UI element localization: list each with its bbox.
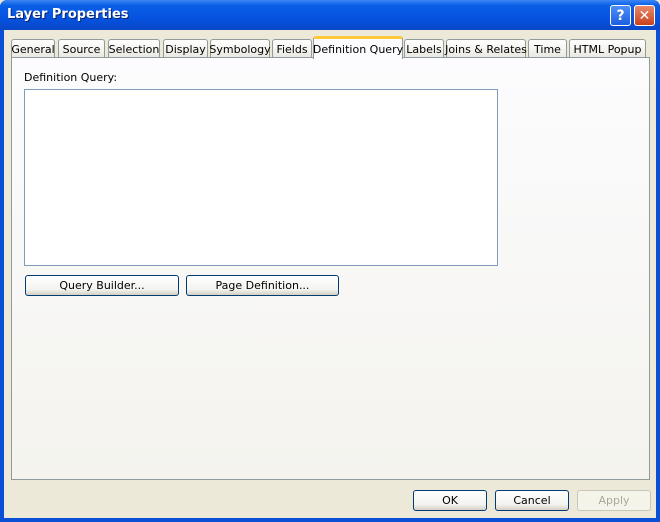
tab-definition-query[interactable]: Definition Query xyxy=(313,36,403,59)
tab-html-popup[interactable]: HTML Popup xyxy=(569,39,646,58)
tab-display[interactable]: Display xyxy=(163,39,208,58)
tab-general[interactable]: General xyxy=(11,39,55,58)
tab-time[interactable]: Time xyxy=(528,39,567,58)
definition-query-panel: Definition Query: Query Builder... Page … xyxy=(11,57,650,480)
help-button[interactable]: ? xyxy=(610,5,631,26)
page-definition-button[interactable]: Page Definition... xyxy=(186,275,339,296)
apply-button[interactable]: Apply xyxy=(577,490,651,511)
dialog-client-area: General Source Selection Display Symbolo… xyxy=(4,30,656,518)
tab-labels[interactable]: Labels xyxy=(404,39,444,58)
close-button[interactable]: ✕ xyxy=(634,5,655,26)
tab-symbology[interactable]: Symbology xyxy=(209,39,271,58)
query-builder-button[interactable]: Query Builder... xyxy=(25,275,179,296)
cancel-button[interactable]: Cancel xyxy=(495,490,569,511)
tab-selection[interactable]: Selection xyxy=(108,39,160,58)
definition-query-textarea[interactable] xyxy=(24,89,498,266)
definition-query-label: Definition Query: xyxy=(24,71,118,84)
window-title: Layer Properties xyxy=(7,7,129,22)
tab-strip: General Source Selection Display Symbolo… xyxy=(11,36,651,59)
ok-button[interactable]: OK xyxy=(413,490,487,511)
title-bar[interactable]: Layer Properties ? ✕ xyxy=(0,0,660,30)
tab-fields[interactable]: Fields xyxy=(272,39,312,58)
tab-source[interactable]: Source xyxy=(58,39,105,58)
help-icon: ? xyxy=(616,7,625,24)
tab-joins-relates[interactable]: Joins & Relates xyxy=(445,39,527,58)
layer-properties-window: Layer Properties ? ✕ General Source Sele… xyxy=(0,0,660,522)
close-icon: ✕ xyxy=(638,7,651,24)
